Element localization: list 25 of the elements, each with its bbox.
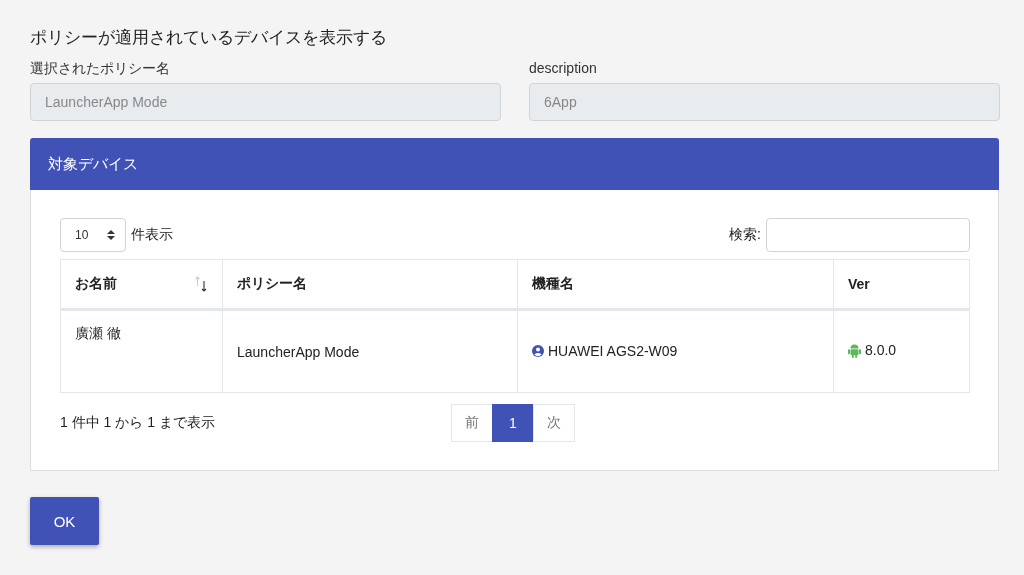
column-header: 機種名 (517, 259, 834, 310)
table-cell: 8.0.0 (865, 342, 897, 359)
search-field[interactable] (766, 218, 970, 252)
field-label: 選択されたポリシー名 (30, 59, 171, 77)
android-icon (848, 342, 861, 358)
page-title: ポリシーが適用されているデバイスを表示する (30, 27, 387, 49)
page-length-label: 件表示 (131, 226, 173, 244)
card-header: 対象デバイス (30, 138, 999, 190)
search-label: 検索: (729, 226, 761, 244)
column-header[interactable]: お名前 (60, 259, 223, 310)
table-cell: 廣瀬 徹 (75, 325, 121, 343)
table-cell: LauncherApp Mode (237, 343, 360, 360)
table-info: 1 件中 1 から 1 まで表示 (60, 414, 215, 430)
page-length-select[interactable]: 10 (60, 218, 126, 252)
field-label: description (529, 59, 598, 77)
user-icon (532, 345, 544, 357)
table-cell: HUAWEI AGS2-W09 (548, 343, 678, 359)
ok-button[interactable]: OK (30, 497, 99, 545)
column-header: Ver (833, 259, 970, 310)
sort-icon (194, 276, 208, 292)
column-header: ポリシー名 (222, 259, 518, 310)
page-button[interactable]: 次 (533, 404, 575, 442)
page-button[interactable]: 1 (492, 404, 534, 442)
caret-icon (107, 229, 115, 241)
page-button[interactable]: 前 (451, 404, 493, 442)
